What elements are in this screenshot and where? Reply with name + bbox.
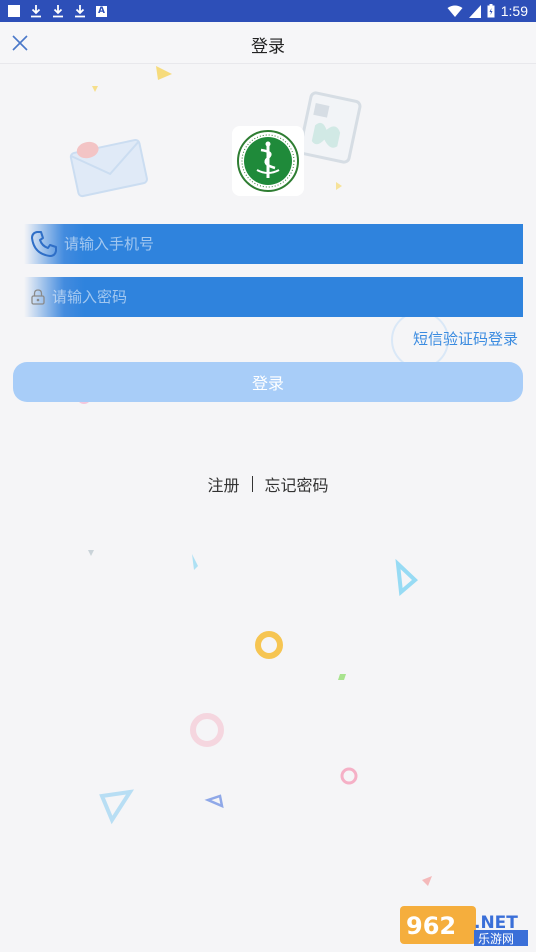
status-time: 1:59 (500, 3, 528, 19)
header: 登录 (0, 22, 536, 64)
wifi-icon (447, 5, 463, 17)
app-logo (232, 126, 304, 196)
notification-square-icon (8, 5, 20, 17)
page-title: 登录 (251, 37, 285, 57)
battery-icon (487, 4, 495, 18)
login-button[interactable]: 登录 (13, 362, 523, 402)
register-link[interactable]: 注册 (207, 472, 239, 496)
sms-login-link[interactable]: 短信验证码登录 (413, 328, 518, 349)
link-divider (251, 476, 253, 492)
phone-input[interactable] (64, 224, 523, 264)
status-bar: A 1:59 (0, 0, 536, 22)
phone-icon (24, 224, 64, 264)
password-input[interactable] (52, 277, 523, 317)
watermark-subtitle: 乐游网 (478, 932, 514, 946)
download-icon (31, 5, 41, 18)
signal-icon (468, 4, 481, 18)
forgot-password-link[interactable]: 忘记密码 (265, 472, 329, 496)
download-icon (75, 5, 85, 18)
download-icon (53, 5, 63, 18)
phone-input-row[interactable] (24, 224, 523, 264)
lock-icon (24, 277, 52, 317)
medical-emblem-icon (237, 130, 299, 192)
watermark-number: 962 (406, 912, 456, 940)
password-input-row[interactable] (24, 277, 523, 317)
watermark-logo: 962 .NET 乐游网 (398, 902, 532, 948)
bottom-links: 注册 忘记密码 (0, 472, 536, 496)
app-a-icon: A (96, 5, 107, 17)
